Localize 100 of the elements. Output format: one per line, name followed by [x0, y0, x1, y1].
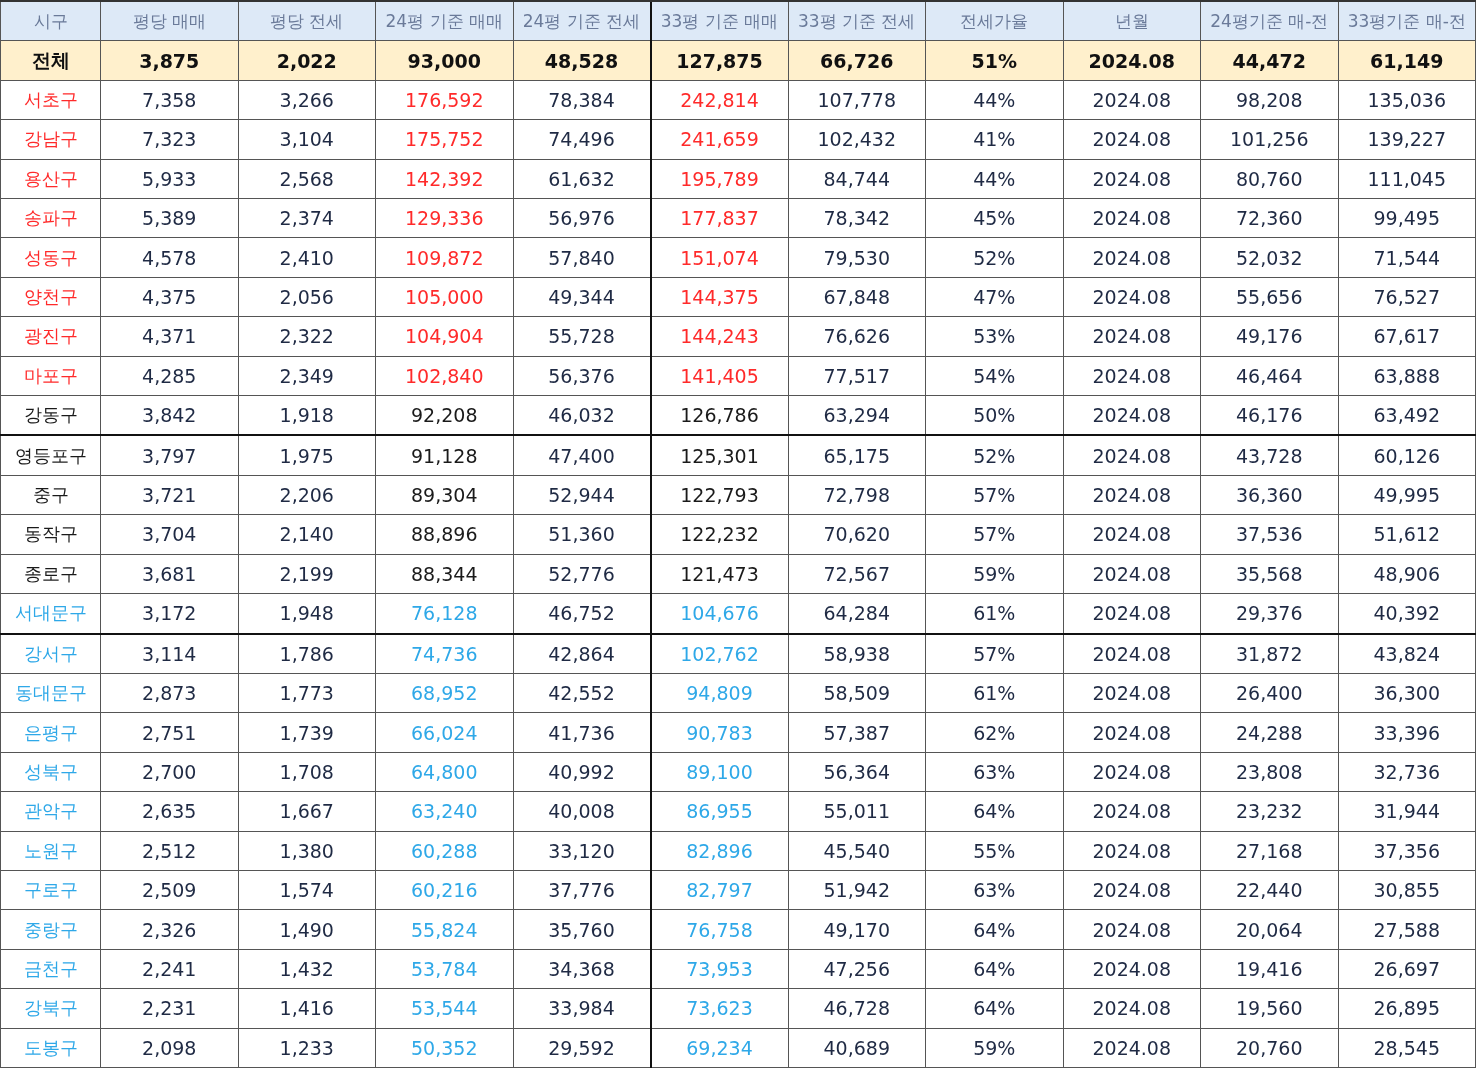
table-cell: 71,544 — [1338, 237, 1476, 278]
table-cell: 135,036 — [1338, 80, 1476, 120]
table-cell: 성북구 — [0, 752, 101, 792]
table-cell: 55,011 — [788, 791, 926, 832]
table-cell: 28,545 — [1338, 1028, 1476, 1068]
table-cell: 60,216 — [375, 870, 513, 910]
table-cell: 93,000 — [375, 40, 513, 81]
table-cell: 중구 — [0, 475, 101, 515]
table-cell: 3,704 — [100, 514, 238, 555]
table-cell: 129,336 — [375, 198, 513, 238]
table-cell: 서대문구 — [0, 593, 101, 634]
table-cell: 전체 — [0, 40, 101, 81]
table-cell: 76,758 — [650, 909, 788, 950]
table-cell: 52% — [925, 435, 1063, 476]
table-cell: 45,540 — [788, 831, 926, 871]
table-cell: 1,948 — [238, 593, 376, 634]
table-cell: 43,728 — [1200, 435, 1338, 476]
table-cell: 2024.08 — [1063, 435, 1201, 476]
table-cell: 61% — [925, 593, 1063, 634]
table-cell: 1,380 — [238, 831, 376, 871]
table-cell: 63,492 — [1338, 395, 1476, 436]
table-cell: 4,371 — [100, 316, 238, 357]
table-cell: 70,620 — [788, 514, 926, 555]
table-cell: 43,824 — [1338, 633, 1476, 674]
table-cell: 64% — [925, 791, 1063, 832]
table-cell: 1,667 — [238, 791, 376, 832]
table-cell: 3,172 — [100, 593, 238, 634]
table-cell: 2024.08 — [1063, 395, 1201, 436]
table-cell: 은평구 — [0, 712, 101, 753]
table-cell: 용산구 — [0, 159, 101, 199]
table-cell: 139,227 — [1338, 119, 1476, 160]
table-cell: 73,953 — [650, 949, 788, 989]
table-cell: 4,285 — [100, 356, 238, 396]
table-cell: 51,612 — [1338, 514, 1476, 555]
table-cell: 2,700 — [100, 752, 238, 792]
table-cell: 2,374 — [238, 198, 376, 238]
table-cell: 2024.08 — [1063, 909, 1201, 950]
table-cell: 195,789 — [650, 159, 788, 199]
table-cell: 20,760 — [1200, 1028, 1338, 1068]
table-cell: 20,064 — [1200, 909, 1338, 950]
table-cell: 86,955 — [650, 791, 788, 832]
table-cell: 종로구 — [0, 554, 101, 594]
table-cell: 도봉구 — [0, 1028, 101, 1068]
table-cell: 23,232 — [1200, 791, 1338, 832]
table-cell: 36,360 — [1200, 475, 1338, 515]
table-cell: 63,888 — [1338, 356, 1476, 396]
table-cell: 66,024 — [375, 712, 513, 753]
table-cell: 121,473 — [650, 554, 788, 594]
table-cell: 50,352 — [375, 1028, 513, 1068]
table-cell: 122,793 — [650, 475, 788, 515]
table-cell: 2024.08 — [1063, 80, 1201, 120]
table-cell: 27,168 — [1200, 831, 1338, 871]
table-cell: 금천구 — [0, 949, 101, 989]
table-cell: 2024.08 — [1063, 633, 1201, 674]
table-cell: 49,170 — [788, 909, 926, 950]
table-cell: 36,300 — [1338, 673, 1476, 713]
table-cell: 1,416 — [238, 988, 376, 1029]
table-cell: 64% — [925, 988, 1063, 1029]
table-cell: 151,074 — [650, 237, 788, 278]
table-cell: 80,760 — [1200, 159, 1338, 199]
table-cell: 광진구 — [0, 316, 101, 357]
table-cell: 59% — [925, 1028, 1063, 1068]
table-cell: 73,623 — [650, 988, 788, 1029]
table-cell: 107,778 — [788, 80, 926, 120]
table-cell: 88,896 — [375, 514, 513, 555]
table-cell: 51,942 — [788, 870, 926, 910]
table-cell: 45% — [925, 198, 1063, 238]
table-cell: 2024.08 — [1063, 316, 1201, 357]
table-cell: 5,389 — [100, 198, 238, 238]
table-cell: 3,721 — [100, 475, 238, 515]
table-cell: 2024.08 — [1063, 356, 1201, 396]
table-cell: 82,797 — [650, 870, 788, 910]
table-cell: 2,022 — [238, 40, 376, 81]
table-cell: 영등포구 — [0, 435, 101, 476]
table-cell: 2024.08 — [1063, 712, 1201, 753]
table-cell: 66,726 — [788, 40, 926, 81]
table-cell: 2,206 — [238, 475, 376, 515]
table-cell: 58,509 — [788, 673, 926, 713]
table-cell: 52,032 — [1200, 237, 1338, 278]
table-cell: 64,800 — [375, 752, 513, 792]
table-cell: 52% — [925, 237, 1063, 278]
table-cell: 54% — [925, 356, 1063, 396]
table-cell: 98,208 — [1200, 80, 1338, 120]
table-cell: 241,659 — [650, 119, 788, 160]
table-cell: 2,199 — [238, 554, 376, 594]
table-cell: 3,842 — [100, 395, 238, 436]
table-cell: 63% — [925, 752, 1063, 792]
table-cell: 26,697 — [1338, 949, 1476, 989]
table-cell: 1,708 — [238, 752, 376, 792]
table-cell: 양천구 — [0, 277, 101, 317]
table-cell: 7,358 — [100, 80, 238, 120]
table-cell: 46,464 — [1200, 356, 1338, 396]
table-cell: 61,149 — [1338, 40, 1476, 81]
column-header: 년월 — [1063, 1, 1201, 41]
table-cell: 2024.08 — [1063, 791, 1201, 832]
table-cell: 26,400 — [1200, 673, 1338, 713]
table-cell: 122,232 — [650, 514, 788, 555]
table-cell: 92,208 — [375, 395, 513, 436]
table-cell: 46,176 — [1200, 395, 1338, 436]
table-cell: 90,783 — [650, 712, 788, 753]
